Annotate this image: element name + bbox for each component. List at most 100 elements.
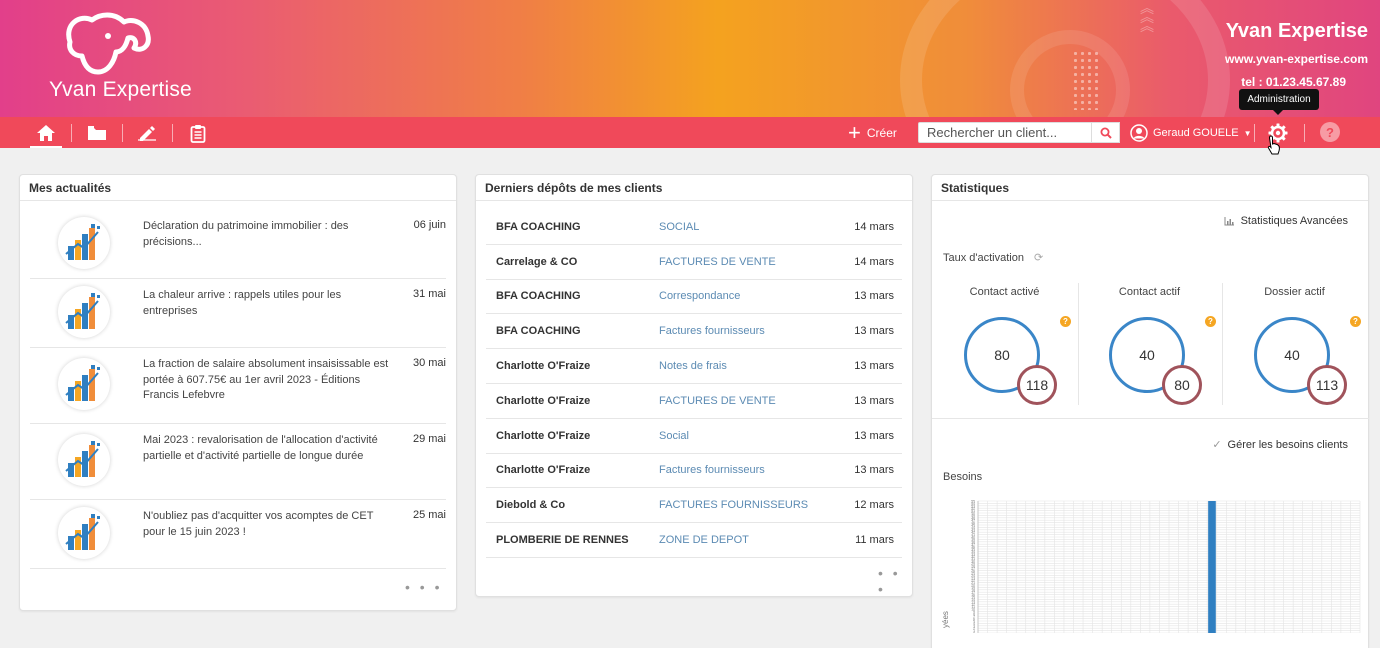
news-thumbnail-icon (65, 441, 100, 477)
gauge-separator (1078, 283, 1079, 405)
news-item[interactable]: Déclaration du patrimoine immobilier : d… (30, 210, 446, 279)
news-panel-title: Mes actualités (20, 175, 456, 201)
deposit-client[interactable]: Charlotte O'Fraize (486, 464, 659, 476)
deposit-row[interactable]: Diebold & Co FACTURES FOURNISSEURS 12 mars (486, 488, 902, 524)
deposit-client[interactable]: PLOMBERIE DE RENNES (486, 534, 659, 546)
news-item-date: 29 mai (412, 433, 446, 445)
help-icon[interactable]: ? (1350, 316, 1361, 327)
news-item-text[interactable]: La fraction de salaire absolument insais… (143, 348, 393, 423)
deposit-row[interactable]: Charlotte O'Fraize FACTURES DE VENTE 13 ma… (486, 384, 902, 419)
deposit-type[interactable]: Notes de frais (659, 360, 839, 372)
manage-needs-link[interactable]: ✓ Gérer les besoins clients (1212, 438, 1348, 452)
search-button[interactable] (1092, 122, 1120, 143)
client-search-input[interactable] (918, 122, 1092, 143)
elephant-logo-icon (66, 12, 151, 75)
deposit-type[interactable]: Correspondance (659, 290, 839, 302)
deposit-row[interactable]: Charlotte O'Fraize Social 13 mars (486, 419, 902, 454)
news-item-date: 30 mai (412, 357, 446, 369)
news-thumbnail-circle (58, 358, 110, 410)
news-thumbnail (30, 424, 143, 499)
deposit-client[interactable]: Charlotte O'Fraize (486, 360, 659, 372)
news-item[interactable]: N'oubliez pas d'acquitter vos acomptes d… (30, 500, 446, 569)
news-item[interactable]: La fraction de salaire absolument insais… (30, 348, 446, 424)
bar-chart-icon (1224, 216, 1234, 225)
deposit-date: 13 mars (854, 290, 894, 303)
deposit-client[interactable]: Carrelage & CO (486, 256, 659, 268)
deposit-row[interactable]: Charlotte O'Fraize Factures fournisseurs 1… (486, 454, 902, 489)
nav-separator (1254, 124, 1255, 142)
deposit-row[interactable]: Charlotte O'Fraize Notes de frais 13 mars (486, 349, 902, 384)
deposit-type[interactable]: FACTURES DE VENTE (659, 256, 839, 268)
deposit-row[interactable]: BFA COACHING Correspondance 13 mars (486, 280, 902, 315)
folder-icon (88, 126, 106, 140)
client-search (918, 122, 1120, 143)
deposit-client[interactable]: BFA COACHING (486, 325, 659, 337)
gauge-label: Contact actif (1118, 286, 1181, 298)
search-icon (1100, 127, 1112, 139)
deposit-type[interactable]: Factures fournisseurs (659, 325, 839, 337)
header-banner: ︽ ︽ ︽ Yvan Expertise Yvan Expertise www.yv… (0, 0, 1380, 117)
news-item[interactable]: La chaleur arrive : rappels utiles pour … (30, 279, 446, 348)
nav-separator (172, 124, 173, 142)
mouse-pointer-icon (1267, 135, 1280, 155)
logo-text: Yvan Expertise (49, 78, 192, 101)
deposits-more-button[interactable]: • • • (878, 565, 912, 597)
company-website[interactable]: www.yvan-expertise.com (1225, 52, 1368, 66)
activation-rate-title: Taux d'activation (943, 251, 1024, 264)
deposit-date: 14 mars (854, 255, 894, 268)
news-item[interactable]: Mai 2023 : revalorisation de l'allocatio… (30, 424, 446, 500)
deposits-panel: Derniers dépôts de mes clients BFA COACH… (475, 174, 913, 597)
news-item-date: 25 mai (412, 509, 446, 521)
statistics-panel: Statistiques Statistiques Avancées Taux … (931, 174, 1369, 648)
gauge-total: 118 (1017, 365, 1057, 405)
deposit-row[interactable]: PLOMBERIE DE RENNES ZONE DE DEPOT 11 mars (486, 523, 902, 558)
deposit-type[interactable]: FACTURES DE VENTE (659, 395, 839, 407)
home-button[interactable] (30, 121, 62, 148)
deposit-date: 13 mars (854, 429, 894, 442)
news-thumbnail-icon (65, 292, 100, 329)
help-icon[interactable]: ? (1060, 316, 1071, 327)
deposit-client[interactable]: BFA COACHING (486, 221, 659, 233)
company-phone: tel : 01.23.45.67.89 (1241, 75, 1346, 89)
help-icon[interactable]: ? (1205, 316, 1216, 327)
news-panel: Mes actualités Déclaration du patrimoine… (19, 174, 457, 611)
deposit-type[interactable]: ZONE DE DEPOT (659, 534, 839, 546)
needs-title: Besoins (943, 471, 983, 483)
refresh-icon[interactable]: ⟳ (1034, 251, 1043, 264)
deposit-row[interactable]: BFA COACHING Factures fournisseurs 13 mars (486, 314, 902, 350)
tasks-button[interactable] (184, 121, 212, 145)
deposit-date: 13 mars (854, 464, 894, 477)
advanced-stats-label: Statistiques Avancées (1240, 215, 1348, 227)
deposit-client[interactable]: BFA COACHING (486, 290, 659, 302)
deposit-row[interactable]: Carrelage & CO FACTURES DE VENTE 14 mars (486, 245, 902, 280)
gauge-total: 80 (1162, 365, 1202, 405)
deposit-date: 13 mars (854, 360, 894, 373)
chart-bar[interactable] (1208, 501, 1216, 633)
deposit-type[interactable]: SOCIAL (659, 221, 839, 233)
deposit-row[interactable]: BFA COACHING SOCIAL 14 mars (486, 210, 902, 245)
create-button[interactable]: + Créer (848, 121, 897, 145)
deposit-type[interactable]: FACTURES FOURNISSEURS (659, 499, 839, 511)
files-button[interactable] (83, 121, 111, 145)
news-item-text[interactable]: Déclaration du patrimoine immobilier : d… (143, 210, 393, 278)
company-logo[interactable]: Yvan Expertise (48, 12, 193, 107)
company-name: Yvan Expertise (1225, 20, 1368, 42)
banner-chevrons: ︽ ︽ ︽ (1140, 0, 1154, 34)
deposit-client[interactable]: Charlotte O'Fraize (486, 430, 659, 442)
news-item-text[interactable]: La chaleur arrive : rappels utiles pour … (143, 279, 393, 347)
news-more-button[interactable]: • • • (405, 579, 442, 595)
deposit-type[interactable]: Factures fournisseurs (659, 464, 839, 476)
advanced-stats-link[interactable]: Statistiques Avancées (1224, 215, 1348, 227)
user-name: Geraud GOUELE (1153, 127, 1239, 139)
signature-icon (138, 126, 156, 141)
help-button[interactable]: ? (1320, 122, 1340, 142)
signature-button[interactable] (133, 121, 161, 145)
news-item-text[interactable]: Mai 2023 : revalorisation de l'allocatio… (143, 424, 393, 499)
activation-gauge: Dossier actif? 40 113 (1222, 283, 1367, 408)
news-item-text[interactable]: N'oubliez pas d'acquitter vos acomptes d… (143, 500, 393, 568)
deposit-client[interactable]: Charlotte O'Fraize (486, 395, 659, 407)
user-menu[interactable]: Geraud GOUELE ▼ (1130, 121, 1252, 145)
deposit-client[interactable]: Diebold & Co (486, 499, 659, 511)
deposit-type[interactable]: Social (659, 430, 839, 442)
chart-y-axis-label: yées (941, 611, 950, 628)
